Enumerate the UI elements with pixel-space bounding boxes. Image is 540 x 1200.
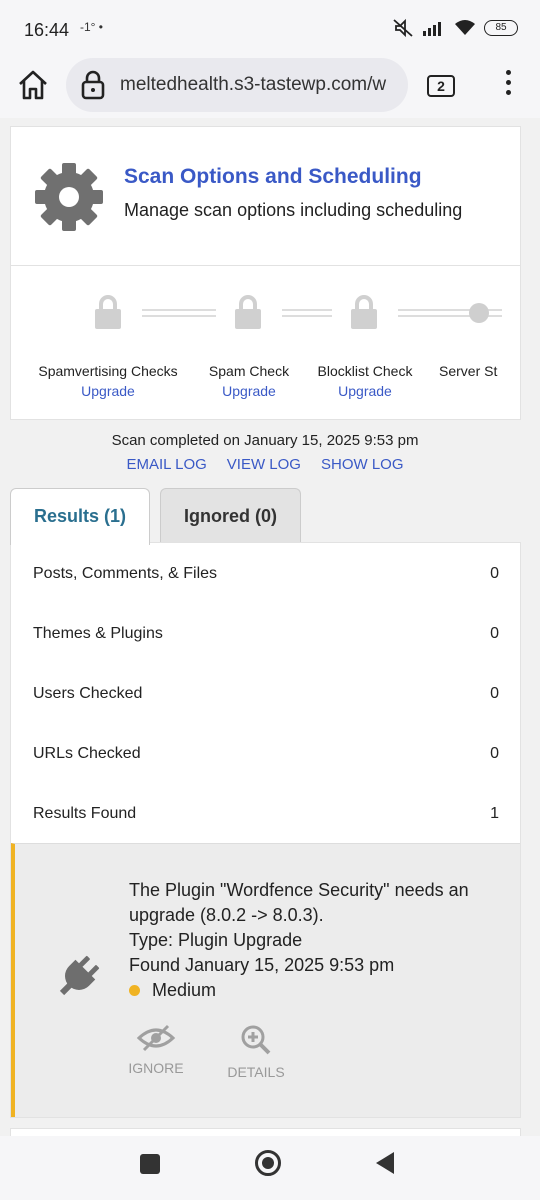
next-card-edge — [10, 1128, 521, 1136]
lock-icon — [95, 295, 121, 329]
severity-label: Medium — [152, 980, 217, 1000]
signal-icon — [423, 22, 441, 36]
issue-item: The Plugin "Wordfence Security" needs an… — [11, 843, 520, 1117]
stat-label: Users Checked — [33, 685, 143, 702]
wifi-icon — [455, 20, 475, 35]
ignore-label: IGNORE — [128, 1060, 184, 1076]
check-label-server: Server St — [439, 363, 498, 379]
scan-options-card[interactable]: Scan Options and Scheduling Manage scan … — [10, 126, 521, 266]
premium-checks-card: Spamvertising Checks Upgrade Spam Check … — [10, 265, 521, 420]
stat-value: 0 — [490, 685, 499, 702]
issue-message: The Plugin "Wordfence Security" needs an… — [129, 880, 469, 925]
recents-button[interactable] — [140, 1154, 160, 1174]
overflow-menu-icon[interactable] — [502, 70, 514, 100]
zoom-in-icon — [241, 1025, 271, 1055]
email-log-link[interactable]: EMAIL LOG — [126, 456, 206, 473]
stat-label: URLs Checked — [33, 745, 141, 762]
stat-row: Posts, Comments, & Files 0 — [33, 565, 499, 583]
mute-icon — [393, 18, 413, 38]
check-label-spamvertising: Spamvertising Checks — [38, 363, 178, 379]
show-log-link[interactable]: SHOW LOG — [321, 456, 404, 473]
check-label-spam: Spam Check — [208, 363, 290, 379]
plug-icon — [59, 955, 100, 996]
tab-ignored[interactable]: Ignored (0) — [160, 488, 301, 544]
stat-label: Themes & Plugins — [33, 625, 163, 642]
progress-line — [142, 309, 216, 317]
ignore-button[interactable]: IGNORE — [111, 1024, 201, 1076]
step-dot — [469, 303, 489, 323]
details-button[interactable]: DETAILS — [211, 1024, 301, 1080]
issue-found: Found January 15, 2025 9:53 pm — [129, 955, 395, 975]
scan-options-title[interactable]: Scan Options and Scheduling — [124, 165, 422, 189]
stat-value: 0 — [490, 745, 499, 762]
tab-results[interactable]: Results (1) — [10, 488, 150, 545]
upgrade-link-spamvertising[interactable]: Upgrade — [32, 383, 184, 399]
tab-switcher-button[interactable]: 2 — [427, 75, 455, 97]
gear-icon — [35, 163, 103, 231]
upgrade-link-spam[interactable]: Upgrade — [201, 383, 297, 399]
stat-row: Users Checked 0 — [33, 685, 499, 703]
lock-icon — [81, 70, 105, 100]
address-bar[interactable]: meltedhealth.s3-tastewp.com/w — [66, 58, 408, 112]
lock-icon — [235, 295, 261, 329]
stat-label: Posts, Comments, & Files — [33, 565, 218, 582]
battery-icon: 85 — [484, 20, 518, 36]
status-icons: 85 — [392, 18, 518, 38]
stat-value: 0 — [490, 565, 499, 582]
browser-toolbar: meltedhealth.s3-tastewp.com/w 2 — [0, 56, 540, 118]
status-weather: -1° • — [80, 20, 104, 34]
progress-line — [282, 309, 332, 317]
system-nav-bar — [0, 1136, 540, 1200]
issue-details: The Plugin "Wordfence Security" needs an… — [129, 878, 509, 1003]
stat-row: URLs Checked 0 — [33, 745, 499, 763]
back-button[interactable] — [376, 1152, 394, 1174]
results-panel: Posts, Comments, & Files 0 Themes & Plug… — [10, 542, 521, 1118]
status-bar: 16:44 -1° • 85 — [0, 0, 540, 60]
scan-completed-text: Scan completed on January 15, 2025 9:53 … — [111, 432, 419, 449]
url-text: meltedhealth.s3-tastewp.com/w — [120, 74, 387, 95]
view-log-link[interactable]: VIEW LOG — [227, 456, 301, 473]
scan-options-subtitle: Manage scan options including scheduling — [124, 200, 463, 220]
stat-value: 1 — [490, 805, 499, 822]
status-time: 16:44 — [24, 20, 70, 40]
home-icon[interactable] — [16, 68, 50, 102]
stat-label: Results Found — [33, 805, 137, 822]
severity-dot — [129, 985, 140, 996]
stat-row: Results Found 1 — [33, 805, 499, 823]
eye-slash-icon — [136, 1024, 176, 1052]
issue-type: Type: Plugin Upgrade — [129, 930, 303, 950]
stat-row: Themes & Plugins 0 — [33, 625, 499, 643]
issue-severity: Medium — [129, 978, 509, 1003]
details-label: DETAILS — [227, 1064, 285, 1080]
stat-value: 0 — [490, 625, 499, 642]
home-button[interactable] — [255, 1150, 281, 1176]
check-label-blocklist: Blocklist Check — [317, 363, 413, 379]
lock-icon — [351, 295, 377, 329]
log-links: EMAIL LOG VIEW LOG SHOW LOG — [0, 456, 530, 473]
upgrade-link-blocklist[interactable]: Upgrade — [311, 383, 419, 399]
